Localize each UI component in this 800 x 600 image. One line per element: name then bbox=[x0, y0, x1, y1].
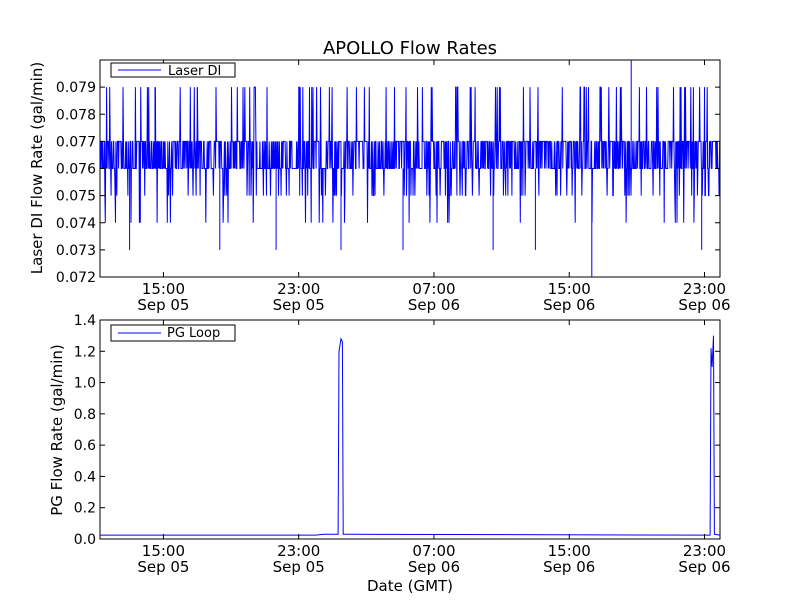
laser-di-x-tick-date: Sep 06 bbox=[543, 296, 595, 314]
figure: APOLLO Flow Rates 0.0720.0730.0740.0750.… bbox=[28, 38, 731, 595]
laser-di-x-tick-date: Sep 05 bbox=[273, 296, 325, 314]
laser-di-x-tick-date: Sep 06 bbox=[678, 296, 730, 314]
laser-di-panel: 0.072 0.073 0.074 0.075 0.076 0.077 0.078 0.079… bbox=[28, 59, 731, 314]
pg-loop-y-tick-label: 0.4 bbox=[74, 469, 96, 485]
pg-loop-x-tick-date: Sep 05 bbox=[273, 558, 325, 576]
pg-loop-axes-frame bbox=[99, 319, 721, 540]
figure-title: APOLLO Flow Rates bbox=[323, 38, 497, 59]
pg-loop-y-tick-label: 0.6 bbox=[74, 438, 96, 454]
laser-di-legend: Laser DI bbox=[110, 62, 236, 79]
laser-di-legend-label: Laser DI bbox=[168, 64, 221, 79]
pg-loop-panel: 0.00.20.40.60.81.01.21.4 15:00Sep 0523:0… bbox=[48, 313, 731, 595]
laser-di-y-tick-label: 0.075 bbox=[56, 189, 96, 205]
pg-loop-y-tick-label: 1.2 bbox=[74, 344, 96, 360]
pg-loop-y-axis-label: PG Flow Rate (gal/min) bbox=[48, 344, 66, 516]
pg-loop-y-tick-label: 0.0 bbox=[74, 532, 96, 548]
pg-loop-x-tick-date: Sep 06 bbox=[678, 558, 730, 576]
pg-loop-y-tick-label: 0.2 bbox=[74, 501, 96, 517]
laser-di-y-tick-label: 0.076 bbox=[56, 162, 96, 178]
laser-di-y-tick-label: 0.078 bbox=[56, 107, 96, 123]
laser-di-y-tick-label: 0.073 bbox=[56, 243, 96, 259]
laser-di-y-axis-label: Laser DI Flow Rate (gal/min) bbox=[28, 62, 46, 274]
pg-loop-x-tick-date: Sep 06 bbox=[543, 558, 595, 576]
laser-di-x-tick-date: Sep 05 bbox=[137, 296, 189, 314]
pg-loop-x-tick-date: Sep 06 bbox=[408, 558, 460, 576]
pg-loop-y-tick-label: 0.8 bbox=[74, 407, 96, 423]
laser-di-y-tick-label: 0.079 bbox=[56, 80, 96, 96]
pg-loop-legend-label: PG Loop bbox=[167, 326, 220, 341]
pg-loop-y-tick-label: 1.4 bbox=[74, 313, 96, 329]
x-axis-label: Date (GMT) bbox=[367, 577, 453, 595]
pg-loop-x-tick-date: Sep 05 bbox=[137, 558, 189, 576]
laser-di-x-tick-date: Sep 06 bbox=[408, 296, 460, 314]
laser-di-y-tick-label: 0.072 bbox=[56, 270, 96, 286]
pg-loop-y-tick-label: 1.0 bbox=[74, 376, 96, 392]
laser-di-y-tick-label: 0.074 bbox=[56, 216, 96, 232]
pg-loop-legend: PG Loop bbox=[110, 324, 236, 342]
laser-di-y-tick-label: 0.077 bbox=[56, 134, 96, 150]
